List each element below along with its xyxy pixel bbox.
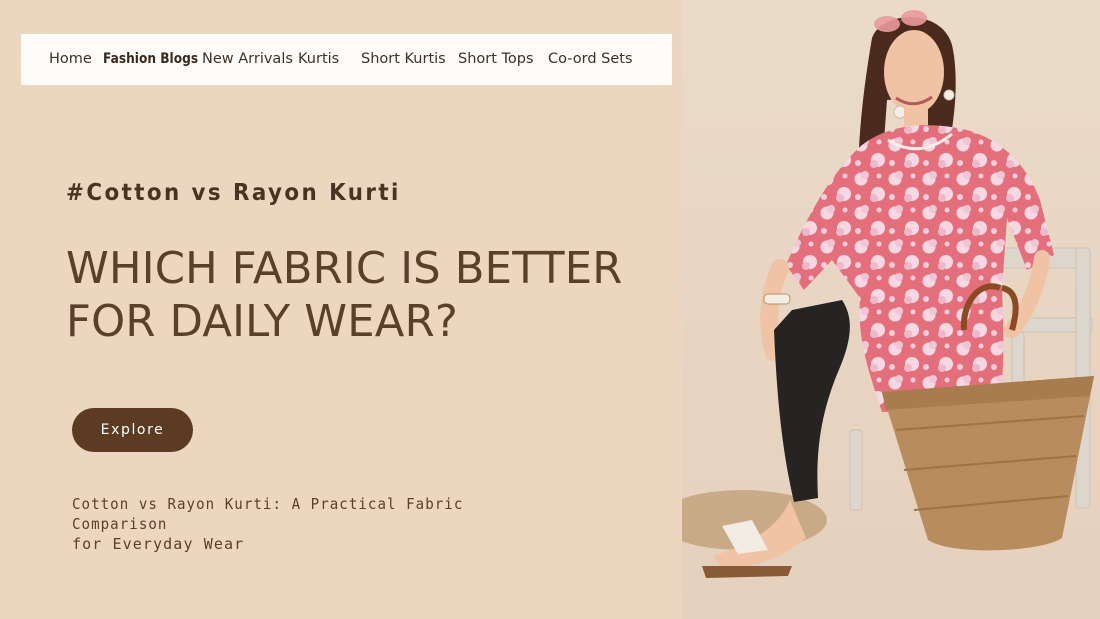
leggings <box>774 300 850 502</box>
nav-item-short-kurtis[interactable]: Short Kurtis <box>361 34 446 85</box>
face <box>884 30 944 114</box>
model-photo <box>682 0 1100 619</box>
hero-headline: WHICH FABRIC IS BETTER FOR DAILY WEAR? <box>66 242 676 348</box>
explore-button[interactable]: Explore <box>72 408 193 452</box>
hero-tagline: #Cotton vs Rayon Kurti <box>66 180 401 206</box>
headline-line-2: FOR DAILY WEAR? <box>66 296 459 347</box>
nav-item-kurtis[interactable]: Kurtis <box>298 34 339 85</box>
hero-subtitle: Cotton vs Rayon Kurti: A Practical Fabri… <box>72 494 592 554</box>
subtitle-line-2: for Everyday Wear <box>72 535 245 553</box>
subtitle-line-1: Cotton vs Rayon Kurti: A Practical Fabri… <box>72 495 464 533</box>
model-illustration <box>682 10 1094 578</box>
nav-item-new-arrivals[interactable]: New Arrivals <box>202 34 293 85</box>
nav-item-home[interactable]: Home <box>49 34 92 85</box>
top-nav: Home Fashion Blogs New Arrivals Kurtis S… <box>21 34 672 85</box>
nav-item-fashion-blogs[interactable]: Fashion Blogs <box>103 34 198 85</box>
nav-item-co-ord-sets[interactable]: Co-ord Sets <box>548 34 633 85</box>
nav-item-short-tops[interactable]: Short Tops <box>458 34 534 85</box>
hero-left-panel: Home Fashion Blogs New Arrivals Kurtis S… <box>0 0 682 619</box>
headline-line-1: WHICH FABRIC IS BETTER <box>66 243 623 294</box>
